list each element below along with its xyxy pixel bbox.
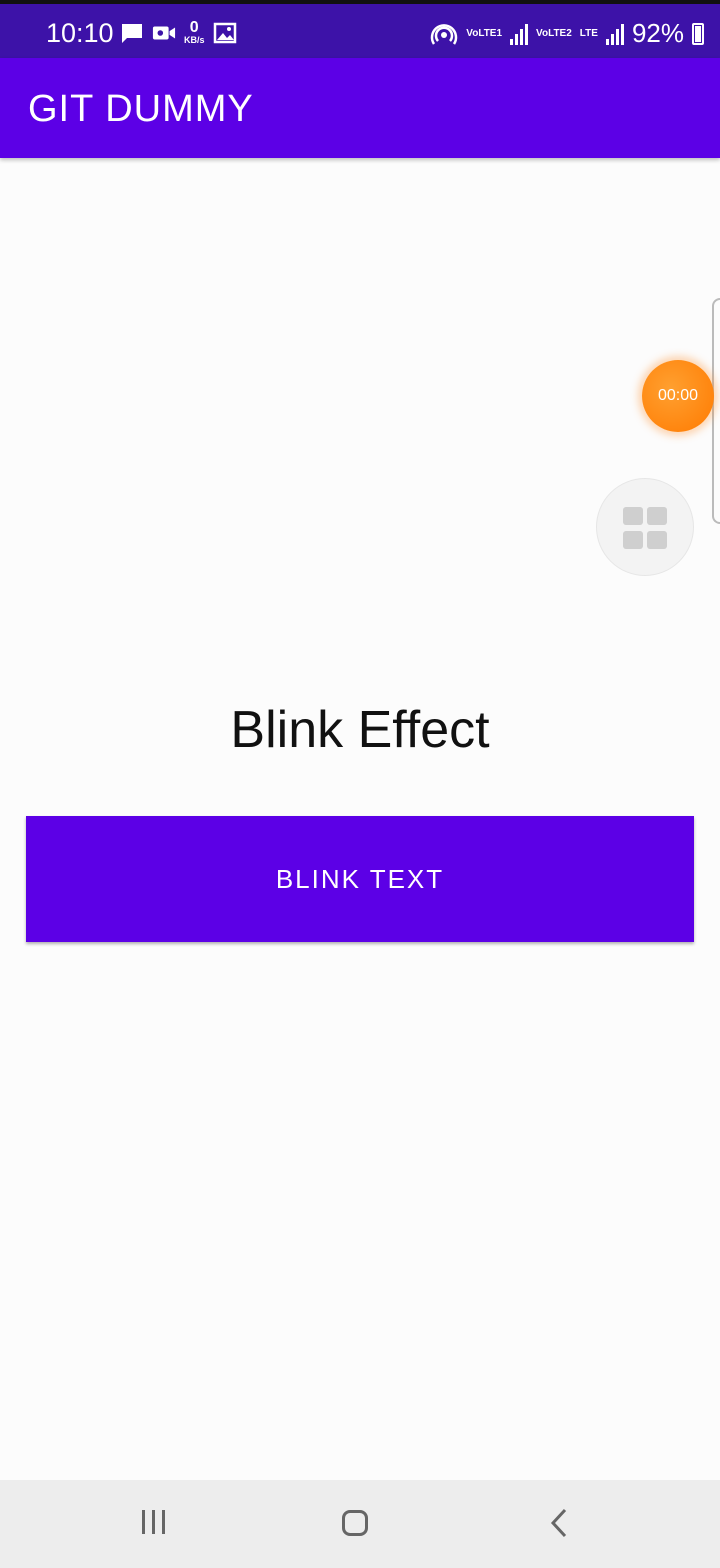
notification-icons: 0 KB/s	[120, 20, 237, 45]
hotspot-icon	[431, 23, 458, 45]
sim1-label: VoLTE1	[466, 27, 503, 39]
battery-percent: 92%	[631, 18, 684, 48]
battery-icon	[692, 22, 704, 45]
status-time: 10:10	[46, 18, 114, 48]
app-bar: GIT DUMMY	[0, 58, 720, 158]
app-title: GIT DUMMY	[28, 88, 254, 130]
system-icons: VoLTE1 VoLTE2 LTE 92%	[430, 18, 704, 49]
signal-icon	[510, 23, 529, 45]
navigation-bar	[0, 1480, 720, 1568]
screen-recorder-bubble[interactable]: 00:00	[642, 360, 714, 432]
blink-text-button[interactable]: BLINK TEXT	[26, 816, 694, 942]
floating-menu-button[interactable]	[596, 478, 694, 576]
status-bar: 10:10 0 KB/s VoLTE1 VoLTE2 LTE 92%	[0, 0, 720, 62]
home-icon[interactable]	[342, 1510, 368, 1536]
net-speed: 0 KB/s	[184, 20, 205, 45]
sim2-label: VoLTE2	[536, 27, 572, 39]
recorder-time: 00:00	[657, 387, 699, 404]
blink-effect-label: Blink Effect	[230, 701, 490, 759]
net-speed-value: 0	[189, 19, 199, 36]
video-icon	[152, 26, 176, 39]
image-icon	[213, 22, 236, 43]
net-speed-unit: KB/s	[184, 35, 205, 45]
message-icon	[122, 23, 142, 43]
recents-icon[interactable]	[142, 1510, 165, 1534]
edge-panel-handle[interactable]	[712, 298, 720, 524]
lte-label: LTE	[579, 27, 598, 39]
signal-icon	[605, 23, 624, 45]
back-icon[interactable]	[548, 1506, 570, 1540]
